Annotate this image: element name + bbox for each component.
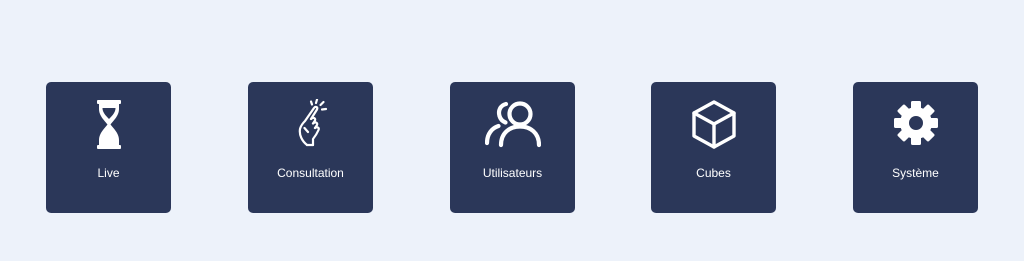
tile-label: Cubes <box>696 166 731 180</box>
tile-consultation[interactable]: Consultation <box>248 82 373 213</box>
tile-live[interactable]: Live <box>46 82 171 213</box>
tile-cubes[interactable]: Cubes <box>651 82 776 213</box>
tile-label: Consultation <box>277 166 344 180</box>
menu-tiles: Live Consultation Utilisateurs Cubes Sys… <box>0 0 1024 261</box>
hourglass-icon <box>81 99 137 151</box>
tile-utilisateurs[interactable]: Utilisateurs <box>450 82 575 213</box>
tile-label: Live <box>97 166 120 180</box>
pointing-hand-icon <box>283 99 339 151</box>
tile-label: Utilisateurs <box>482 166 543 180</box>
gear-icon <box>888 99 944 151</box>
tile-label: Système <box>892 166 939 180</box>
tile-systeme[interactable]: Système <box>853 82 978 213</box>
cube-icon <box>686 99 742 151</box>
users-icon <box>484 99 541 151</box>
